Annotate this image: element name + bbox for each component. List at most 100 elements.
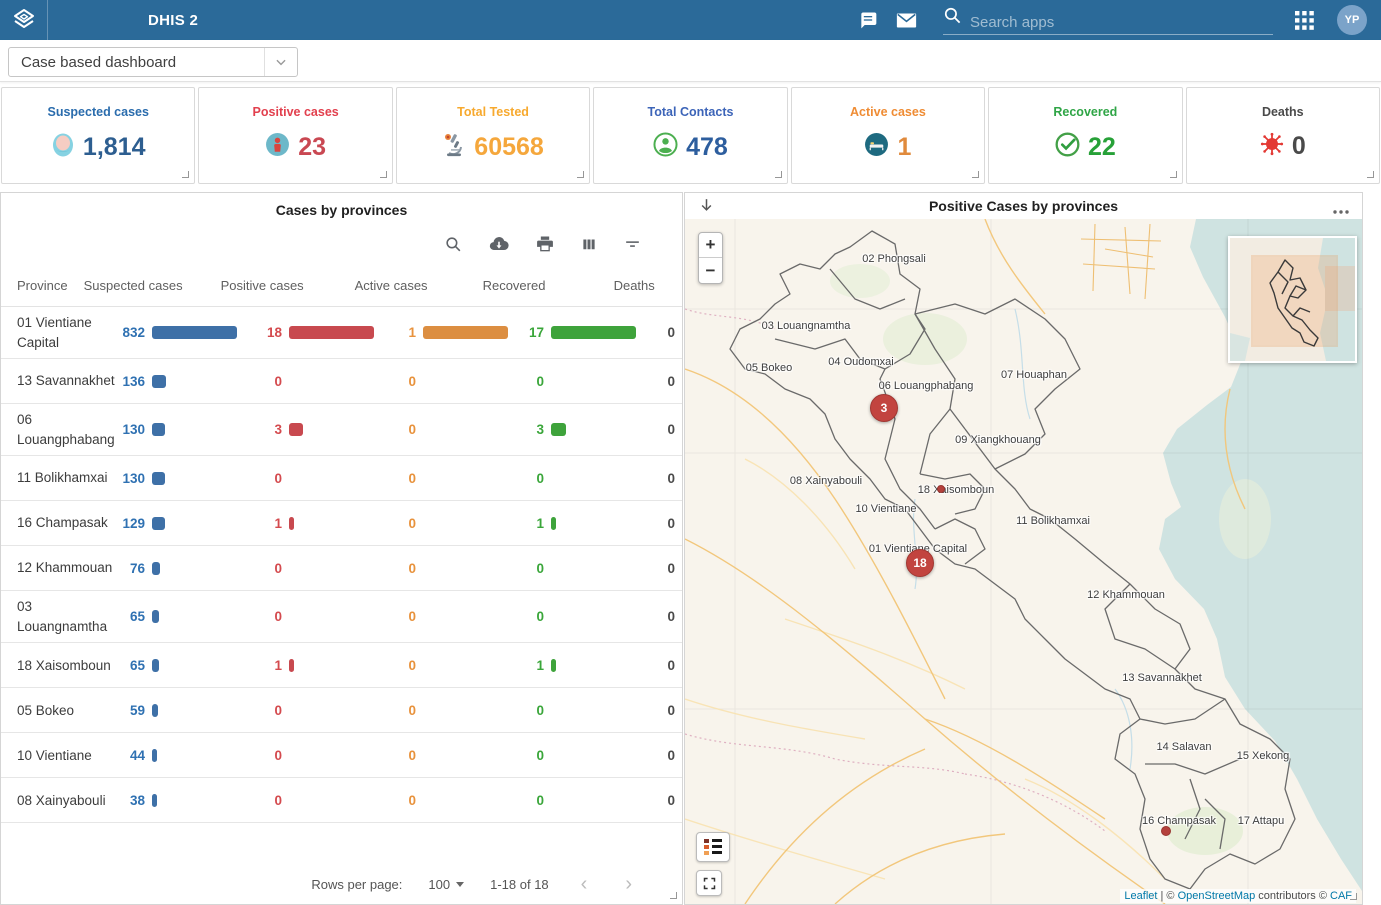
recovered-cell: 3	[514, 422, 645, 437]
zoom-control: + −	[698, 232, 723, 284]
table-row: 01 Vientiane Capital832181170	[1, 307, 683, 359]
column-header-province[interactable]: Province	[1, 278, 68, 293]
stat-cards-row: Suspected cases1,814Positive cases23Tota…	[0, 87, 1381, 184]
column-header-active[interactable]: Active cases	[339, 278, 467, 293]
next-page-button[interactable]: ›	[619, 874, 638, 894]
columns-icon[interactable]	[580, 235, 598, 253]
suspected-cell: 65	[115, 609, 252, 624]
province-cell: 03 Louangnamtha	[1, 597, 115, 636]
stat-card-label: Total Tested	[397, 105, 589, 119]
active-cell: 0	[386, 658, 514, 673]
map-attribution: Leaflet | © OpenStreetMap contributors ©…	[1120, 889, 1356, 903]
column-header-deaths[interactable]: Deaths	[598, 278, 658, 293]
minimap[interactable]	[1228, 236, 1357, 363]
map-cluster-marker[interactable]: 3	[870, 394, 898, 422]
deaths-cell: 0	[645, 516, 683, 531]
column-header-suspected[interactable]: Suspected cases	[68, 278, 205, 293]
filter-icon[interactable]	[623, 235, 642, 254]
table-pagination: Rows per page: 100 1-18 of 18 ‹ ›	[1, 874, 682, 894]
map-province-label: 17 Attapu	[1238, 815, 1285, 827]
search-icon[interactable]	[444, 235, 463, 254]
avatar[interactable]: YP	[1337, 5, 1367, 35]
leaflet-map[interactable]: 02 Phongsali03 Louangnamtha04 Oudomxai05…	[685, 219, 1362, 904]
more-options-icon[interactable]	[1332, 202, 1350, 220]
messages-icon[interactable]	[849, 10, 887, 30]
dashboard-selector-value: Case based dashboard	[9, 54, 264, 71]
resize-handle[interactable]	[775, 171, 782, 178]
value-bar	[551, 659, 556, 672]
active-cell: 0	[386, 703, 514, 718]
table-row: 16 Champasak1291010	[1, 501, 683, 546]
column-header-positive[interactable]: Positive cases	[205, 278, 339, 293]
search-input[interactable]	[970, 14, 1250, 31]
resize-handle[interactable]	[1170, 171, 1177, 178]
attribution-link[interactable]: Leaflet	[1124, 890, 1157, 902]
microscope-icon	[442, 132, 466, 163]
resize-handle[interactable]	[577, 171, 584, 178]
resize-handle[interactable]	[972, 171, 979, 178]
recovered-cell: 0	[514, 471, 645, 486]
value-bar	[289, 423, 303, 436]
previous-page-button[interactable]: ‹	[575, 874, 594, 894]
resize-handle[interactable]	[670, 892, 677, 899]
table-toolbar	[1, 223, 682, 265]
app-title: DHIS 2	[148, 12, 198, 29]
map-case-dot[interactable]	[937, 485, 945, 493]
apps-grid-icon[interactable]	[1281, 11, 1327, 30]
active-cell: 0	[386, 748, 514, 763]
attribution-link[interactable]: OpenStreetMap	[1178, 890, 1256, 902]
deaths-cell: 0	[645, 793, 683, 808]
fullscreen-button[interactable]	[696, 870, 722, 896]
suspected-cell: 38	[115, 793, 252, 808]
pagination-range: 1-18 of 18	[490, 877, 549, 892]
stat-card-label: Suspected cases	[2, 105, 194, 119]
dashboard-panels: Cases by provinces ProvinceSuspected cas…	[0, 192, 1381, 905]
map-province-label: 06 Louangphabang	[879, 380, 974, 392]
dhis2-logo-icon[interactable]	[0, 0, 48, 40]
active-cell: 0	[386, 471, 514, 486]
chevron-down-icon	[265, 55, 297, 69]
app-search[interactable]	[943, 6, 1273, 35]
province-cell: 13 Savannakhet	[1, 371, 115, 391]
positive-cell: 0	[252, 703, 386, 718]
stat-card-value: 478	[686, 133, 728, 162]
download-icon[interactable]	[488, 233, 510, 255]
map-province-label: 16 Champasak	[1142, 815, 1216, 827]
positive-cell: 0	[252, 748, 386, 763]
dashboard-selector[interactable]: Case based dashboard	[8, 47, 298, 77]
stat-card-total-tested: Total Tested60568	[396, 87, 590, 184]
resize-handle[interactable]	[380, 171, 387, 178]
table-body: 01 Vientiane Capital832181170 13 Savannak…	[1, 307, 683, 823]
value-bar	[152, 326, 237, 339]
rows-per-page-select[interactable]: 100	[428, 877, 464, 892]
suspected-cell: 130	[115, 422, 252, 437]
map-province-label: 02 Phongsali	[862, 253, 926, 265]
check-circle-icon	[1055, 132, 1080, 162]
suspected-cell: 76	[115, 561, 252, 576]
print-icon[interactable]	[535, 234, 555, 254]
zoom-out-button[interactable]: −	[699, 258, 722, 283]
attribution-link[interactable]: CAF	[1330, 890, 1352, 902]
recovered-cell: 17	[514, 325, 645, 340]
suspected-cell: 59	[115, 703, 252, 718]
value-bar	[289, 517, 294, 530]
map-case-dot[interactable]	[1161, 826, 1171, 836]
map-cluster-marker[interactable]: 18	[906, 549, 934, 577]
province-cell: 12 Khammouan	[1, 558, 115, 578]
resize-handle[interactable]	[1350, 893, 1357, 900]
map-province-label: 13 Savannakhet	[1122, 672, 1202, 684]
resize-handle[interactable]	[1367, 171, 1374, 178]
stat-card-positive-cases: Positive cases23	[198, 87, 392, 184]
mail-icon[interactable]	[887, 10, 925, 31]
stat-card-suspected-cases: Suspected cases1,814	[1, 87, 195, 184]
zoom-in-button[interactable]: +	[699, 233, 722, 258]
legend-button[interactable]	[696, 832, 730, 862]
map-province-label: 10 Vientiane	[856, 503, 917, 515]
dashboard-bar: Case based dashboard	[0, 40, 1381, 82]
resize-handle[interactable]	[182, 171, 189, 178]
column-header-recovered[interactable]: Recovered	[467, 278, 598, 293]
rows-per-page-label: Rows per page:	[311, 877, 402, 892]
download-arrow-icon[interactable]	[697, 196, 716, 220]
value-bar	[152, 517, 165, 530]
suspected-cell: 136	[115, 374, 252, 389]
